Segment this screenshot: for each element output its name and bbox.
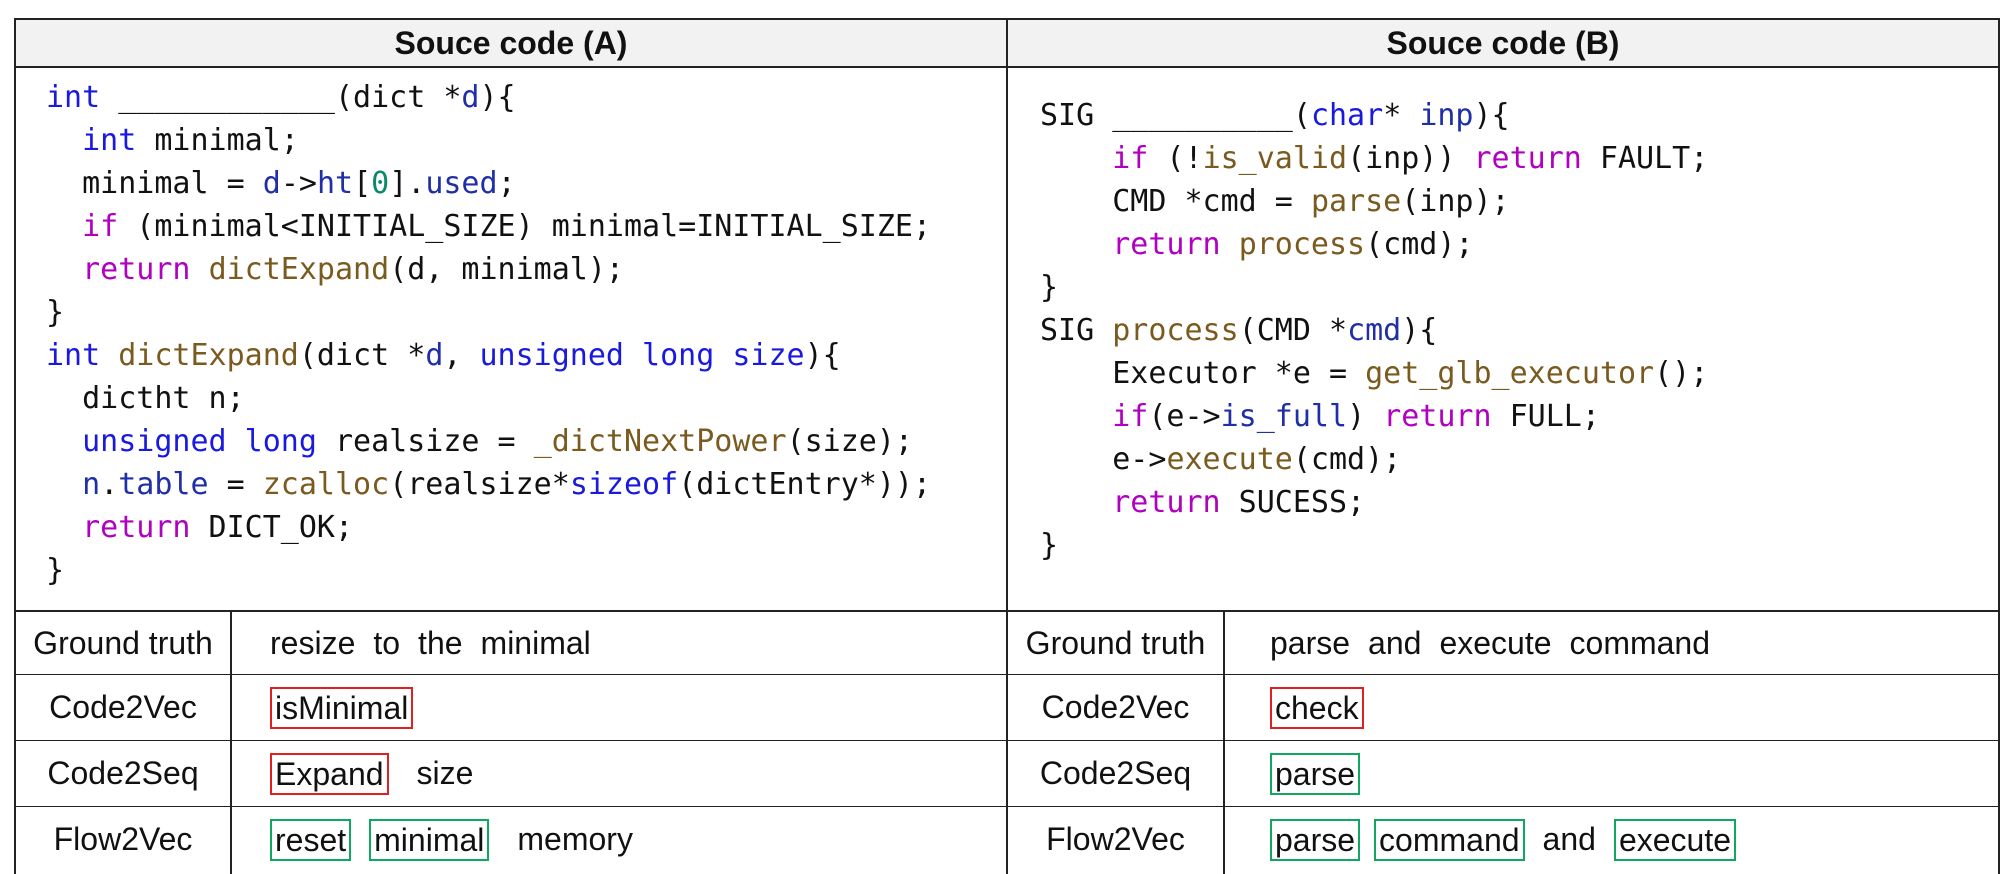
code-line: int minimal; [82,123,299,158]
code-line: } [46,295,65,330]
predicted-word: size [416,755,474,791]
predicted-word-correct: execute [1613,818,1737,861]
code-line: if (minimal<INITIAL_SIZE) minimal=INITIA… [82,209,932,244]
row-label-code2vec: Code2Vec [1041,689,1190,725]
predicted-word: memory [517,821,633,857]
code-line: } [1040,528,1059,563]
predicted-word-wrong: check [1270,686,1364,729]
label-divider-a [230,610,232,874]
code-line: unsigned long realsize = _dictNextPower(… [82,424,913,459]
ground-truth-b: parse and execute command [1270,612,1994,674]
code-line: CMD *cmd = parse(inp); [1040,184,1510,219]
row-label-code2vec: Code2Vec [49,689,197,725]
ground-truth-a: resize to the minimal [270,612,1000,674]
code-block-a: int ____________(dict *d){ int minimal; … [46,76,1004,606]
label-divider-b [1223,610,1225,874]
code2vec-a: isMinimal [270,675,1000,740]
header-source-a: Souce code (A) [16,20,1006,66]
code2vec-b: check [1270,675,1994,740]
row-label-ground-truth: Ground truth [1025,624,1206,661]
ground-truth-word: the [418,624,463,661]
predicted-word-wrong: isMinimal [270,686,414,729]
ground-truth-word: to [373,624,401,661]
row-label-ground-truth: Ground truth [33,624,213,661]
predicted-word-correct: parse [1270,752,1361,795]
ground-truth-word: minimal [480,624,591,661]
predicted-word-correct: reset [270,818,352,861]
code-line: return dictExpand(d, minimal); [82,252,624,287]
code-block-b: SIG __________(char* inp){ if (!is_valid… [1040,94,1996,604]
code-line: if (!is_valid(inp)) return FAULT; [1112,141,1709,176]
predicted-word-correct: command [1374,818,1525,861]
code-line: SIG __________(char* inp){ [1040,98,1510,133]
predicted-word-wrong: Expand [270,752,389,795]
flow2vec-a: reset minimal memory [270,807,1000,872]
code-line: e->execute(cmd); [1040,442,1402,477]
ground-truth-word: execute [1439,624,1552,661]
row-label-code2seq: Code2Seq [1039,755,1192,791]
ground-truth-word: command [1569,624,1711,661]
code-line: } [1040,270,1059,305]
ground-truth-word: and [1368,624,1422,661]
predicted-word-correct: parse [1270,818,1361,861]
comparison-table: Souce code (A) Souce code (B) int ______… [14,18,2000,874]
code-line: } [46,553,65,588]
code-line: Executor *e = get_glb_executor(); [1040,356,1709,391]
header-source-b: Souce code (B) [1008,20,1998,66]
row-label-code2seq: Code2Seq [47,755,199,791]
code2seq-a: Expand size [270,741,1000,806]
code-line: return process(cmd); [1112,227,1474,262]
code-line: int dictExpand(dict *d, unsigned long si… [46,338,841,373]
table-border-right [1998,18,2000,874]
code-line: minimal = d->ht[0].used; [46,166,516,201]
code-line: return DICT_OK; [82,510,354,545]
code-line: n.table = zcalloc(realsize*sizeof(dictEn… [82,467,932,502]
code-line: SIG process(CMD *cmd){ [1040,313,1438,348]
code-line: if(e->is_full) return FULL; [1112,399,1600,434]
code-line: return SUCESS; [1112,485,1366,520]
predicted-word-correct: minimal [369,818,490,861]
code-line: int ____________(dict *d){ [46,80,516,115]
ground-truth-word: resize [270,624,356,661]
ground-truth-word: parse [1270,624,1351,661]
flow2vec-b: parse command and execute [1270,807,1994,872]
row-label-flow2vec: Flow2Vec [1046,821,1185,857]
code-line: dictht n; [46,381,245,416]
predicted-word: and [1542,821,1596,857]
code2seq-b: parse [1270,741,1994,806]
row-label-flow2vec: Flow2Vec [53,821,193,857]
